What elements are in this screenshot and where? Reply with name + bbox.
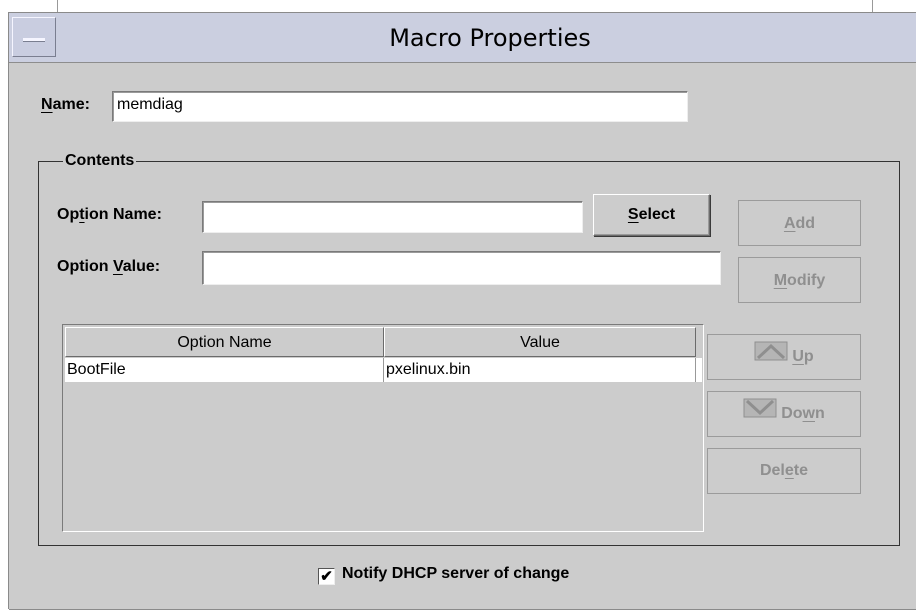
select-button-rest: elect	[638, 206, 676, 223]
top-strip	[0, 0, 916, 12]
cell-option-name[interactable]: BootFile	[65, 358, 384, 382]
up-button[interactable]: Up	[707, 334, 861, 380]
option-name-label: Option Name:	[57, 206, 162, 224]
minus-icon	[23, 38, 45, 42]
option-name-label-rest: ion Name:	[84, 206, 162, 223]
name-label: Name:	[41, 96, 90, 114]
notify-label[interactable]: Notify DHCP server of change	[342, 565, 569, 583]
down-button[interactable]: Down	[707, 391, 861, 437]
modify-button-rest: odify	[787, 272, 826, 289]
window-title: Macro Properties	[389, 24, 591, 52]
option-value-input[interactable]	[202, 251, 721, 285]
add-button-mnemonic: A	[783, 215, 796, 232]
down-button-pre: Do	[781, 405, 803, 423]
option-value-label-mnemonic: V	[112, 258, 123, 275]
option-name-input[interactable]	[202, 201, 583, 233]
add-button-rest: dd	[795, 215, 816, 232]
name-label-rest: ame:	[52, 96, 90, 113]
delete-button-mnemonic: e	[784, 462, 794, 479]
up-button-mnemonic: U	[792, 348, 804, 366]
table-header: Option Name Value	[65, 327, 701, 357]
delete-button[interactable]: Delete	[707, 448, 861, 494]
contents-group-label: Contents	[63, 152, 137, 170]
notify-checkbox[interactable]: ✔	[318, 568, 335, 585]
down-button-rest: n	[815, 405, 825, 423]
options-table[interactable]: Option Name Value BootFile pxelinux.bin	[62, 324, 704, 532]
down-button-mnemonic: w	[802, 405, 815, 423]
select-button-mnemonic: S	[627, 206, 639, 223]
column-header-value[interactable]: Value	[384, 327, 696, 357]
option-name-label-pre: Op	[57, 206, 80, 223]
modify-button-mnemonic: M	[773, 272, 788, 289]
window-menu-button[interactable]	[12, 17, 56, 57]
title-bar[interactable]: Macro Properties	[9, 13, 916, 63]
up-button-rest: p	[803, 348, 814, 366]
delete-button-rest: te	[793, 462, 809, 479]
column-header-option-name[interactable]: Option Name	[65, 327, 384, 357]
chevron-up-icon	[754, 335, 788, 379]
option-value-label-pre: Option	[57, 258, 113, 275]
add-button[interactable]: Add	[738, 200, 861, 246]
name-label-mnemonic: N	[41, 96, 53, 113]
delete-button-pre: Del	[759, 462, 785, 479]
chevron-down-icon	[743, 392, 777, 436]
macro-properties-dialog: Macro Properties Name: memdiag Contents …	[8, 12, 916, 610]
option-value-label: Option Value:	[57, 258, 160, 276]
table-row[interactable]: BootFile pxelinux.bin	[65, 358, 702, 382]
name-input[interactable]: memdiag	[112, 91, 688, 122]
strip-divider	[872, 0, 873, 12]
select-button[interactable]: Select	[593, 194, 710, 236]
cell-value[interactable]: pxelinux.bin	[384, 358, 696, 382]
strip-divider	[57, 0, 58, 12]
modify-button[interactable]: Modify	[738, 257, 861, 303]
option-value-label-rest: alue:	[122, 258, 161, 275]
